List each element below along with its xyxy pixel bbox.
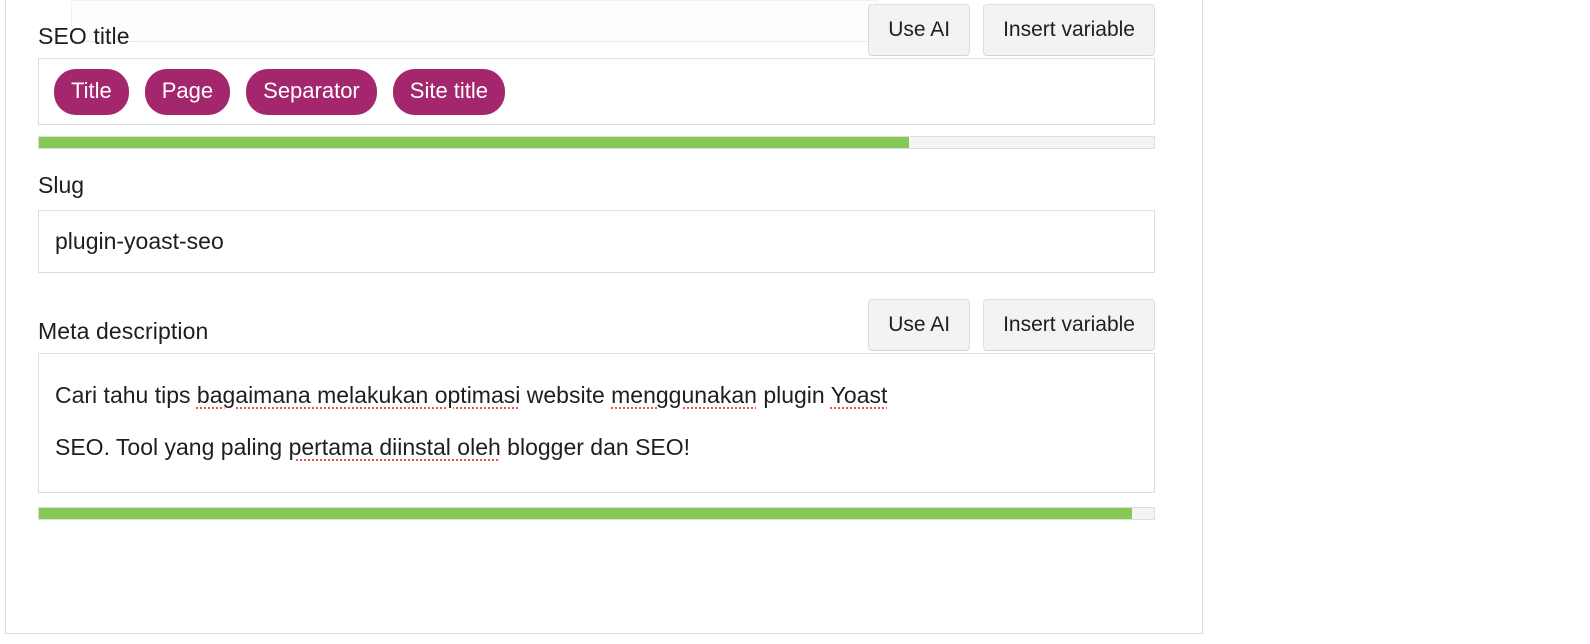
md-misspelled: pertama diinstal oleh [288,434,501,460]
seo-editor-content: SEO title Use AI Insert variable Title P… [38,0,1155,520]
meta-description-header: Meta description Use AI Insert variable [38,295,1155,353]
seo-title-use-ai-button[interactable]: Use AI [868,4,971,56]
meta-description-insert-variable-button[interactable]: Insert variable [983,299,1155,351]
meta-description-length-progress-fill [39,508,1132,519]
md-misspelled: menggunakan [611,382,757,408]
seo-title-length-progress-fill [39,137,909,148]
seo-title-length-progress [38,136,1155,149]
md-text: website [520,382,612,408]
meta-description-line-2: SEO. Tool yang paling pertama diinstal o… [55,421,1138,473]
seo-title-actions: Use AI Insert variable [868,4,1155,56]
slug-label: Slug [38,172,85,198]
seo-title-insert-variable-button[interactable]: Insert variable [983,4,1155,56]
md-text: Cari tahu tips [55,382,197,408]
variable-pill-separator[interactable]: Separator [246,68,377,115]
variable-pill-title[interactable]: Title [54,68,129,115]
meta-description-actions: Use AI Insert variable [868,299,1155,351]
seo-editor-panel: SEO title Use AI Insert variable Title P… [5,0,1203,634]
md-text: blogger dan SEO! [500,434,691,460]
slug-input[interactable]: plugin-yoast-seo [38,210,1155,273]
meta-description-label: Meta description [38,318,209,344]
seo-title-label: SEO title [38,23,130,49]
md-misspelled: bagaimana melakukan optimasi [196,382,521,408]
meta-description-length-progress [38,507,1155,520]
variable-pill-page[interactable]: Page [144,68,231,115]
seo-title-header: SEO title Use AI Insert variable [38,0,1155,58]
md-text: plugin [756,382,831,408]
variable-pill-site-title[interactable]: Site title [392,68,506,115]
meta-description-textarea[interactable]: Cari tahu tips bagaimana melakukan optim… [38,353,1155,493]
md-text: SEO. Tool yang paling [55,434,289,460]
md-misspelled: Yoast [830,382,888,408]
meta-description-line-1: Cari tahu tips bagaimana melakukan optim… [55,369,1138,421]
meta-description-use-ai-button[interactable]: Use AI [868,299,971,351]
seo-title-input[interactable]: Title Page Separator Site title [38,58,1155,125]
slug-input-value: plugin-yoast-seo [55,228,224,254]
